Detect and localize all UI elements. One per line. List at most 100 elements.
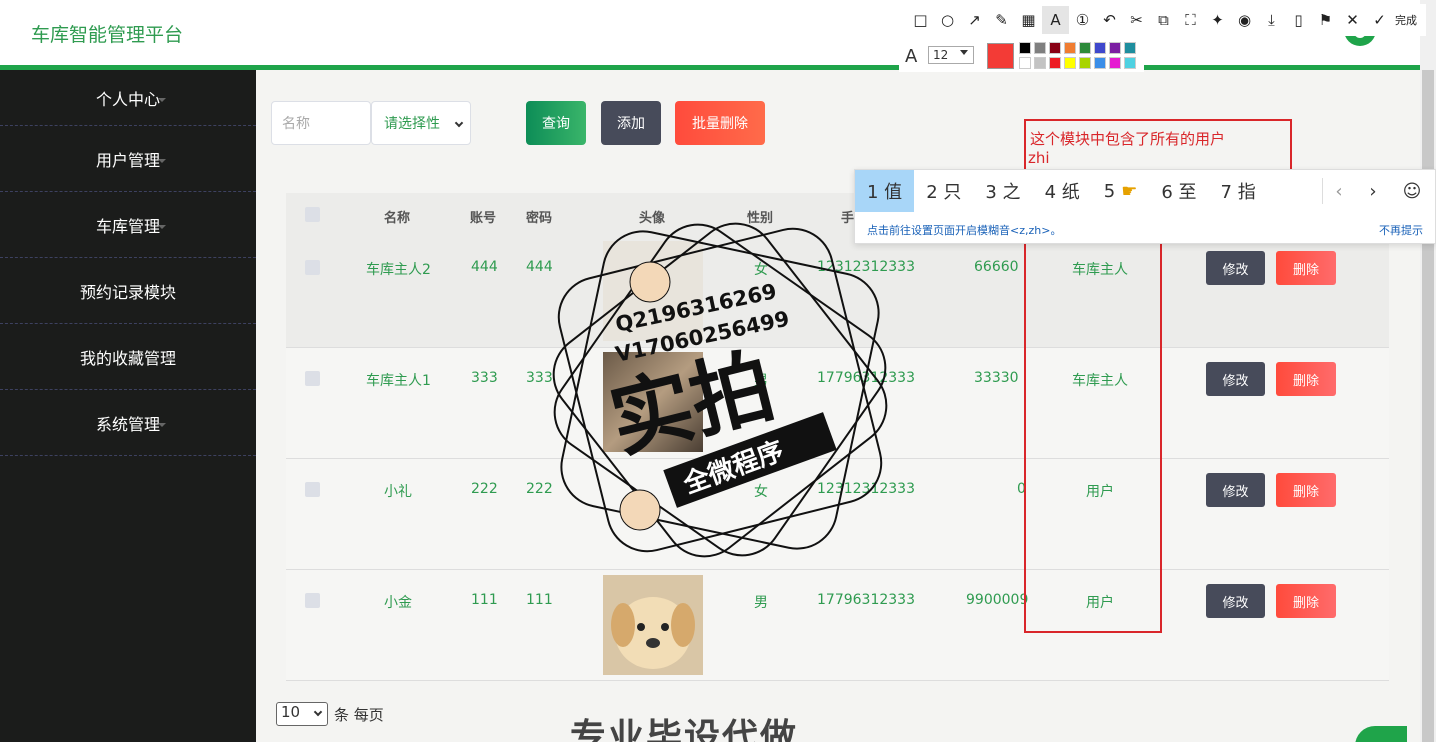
color-swatch[interactable] [1049, 42, 1061, 54]
phone-icon[interactable]: ▯ [1285, 6, 1312, 34]
pagination: 10 条 每页 [276, 702, 384, 726]
delete-button[interactable]: 删除 [1276, 362, 1336, 396]
select-all-checkbox[interactable] [305, 207, 320, 222]
cell-account: 444 [471, 259, 498, 275]
ime-candidate-list: 1 值 2 只 3 之 4 纸 5 ☛ 6 至 7 指 [855, 170, 1322, 212]
edit-button[interactable]: 修改 [1206, 362, 1265, 396]
sidebar-item-label: 个人中心 [95, 89, 160, 109]
color-swatch[interactable] [1064, 57, 1076, 69]
color-swatch[interactable] [1094, 57, 1106, 69]
color-swatch[interactable] [1109, 57, 1121, 69]
edit-button[interactable]: 修改 [1206, 473, 1265, 507]
annotation-text: 这个模块中包含了所有的用户 [1030, 130, 1226, 148]
chevron-down-icon [454, 118, 464, 128]
query-button[interactable]: 查询 [526, 101, 586, 145]
cell-account: 333 [471, 370, 498, 386]
arrow-icon[interactable]: ↗ [961, 6, 988, 34]
color-swatch[interactable] [1034, 57, 1046, 69]
color-swatch[interactable] [1019, 42, 1031, 54]
cell-account: 111 [471, 592, 498, 608]
row-checkbox[interactable] [305, 593, 320, 608]
brand-title: 车库智能管理平台 [31, 24, 184, 46]
undo-icon[interactable]: ↶ [1096, 6, 1123, 34]
sidebar-item-user-management[interactable]: 用户管理 [0, 126, 256, 192]
color-swatch[interactable] [1094, 42, 1106, 54]
bookmark-icon[interactable]: ⚑ [1312, 6, 1339, 34]
sidebar-item-favorites-management[interactable]: 我的收藏管理 [0, 324, 256, 390]
color-swatch[interactable] [1124, 57, 1136, 69]
chevron-left-icon[interactable]: ‹ [1322, 170, 1356, 212]
cell-balance: 33330 [974, 370, 1019, 386]
color-swatch[interactable] [1079, 42, 1091, 54]
ime-candidate[interactable]: 6 至 [1149, 170, 1208, 212]
number-icon[interactable]: ① [1069, 6, 1096, 34]
mosaic-icon[interactable]: ▦ [1015, 6, 1042, 34]
ime-candidate[interactable]: 7 指 [1209, 170, 1268, 212]
annotation-typing: zhi [1028, 149, 1050, 167]
font-size-select[interactable]: 12 [928, 46, 974, 64]
sidebar-item-garage-management[interactable]: 车库管理 [0, 192, 256, 258]
pen-icon[interactable]: ✎ [988, 6, 1015, 34]
emoji-icon[interactable]: ☺ [1395, 170, 1429, 212]
ime-candidate[interactable]: 5 ☛ [1092, 170, 1150, 212]
ime-candidate[interactable]: 3 之 [973, 170, 1032, 212]
page-size-suffix: 条 每页 [334, 705, 384, 724]
chevron-right-icon[interactable]: › [1356, 170, 1390, 212]
sidebar-item-system-management[interactable]: 系统管理 [0, 390, 256, 456]
row-checkbox[interactable] [305, 260, 320, 275]
cell-balance: 9900009 [966, 592, 1029, 608]
gender-select[interactable]: 请选择性 [371, 101, 471, 145]
gender-select-value: 请选择性 [384, 116, 440, 132]
sidebar-item-label: 用户管理 [95, 150, 160, 170]
pin-icon[interactable]: ✦ [1204, 6, 1231, 34]
circle-icon[interactable]: ○ [934, 6, 961, 34]
cell-name: 车库主人1 [366, 373, 431, 389]
color-swatch[interactable] [1109, 42, 1121, 54]
batch-delete-button[interactable]: 批量删除 [675, 101, 765, 145]
name-search-input[interactable] [271, 101, 371, 145]
color-swatch[interactable] [1019, 57, 1031, 69]
edit-button[interactable]: 修改 [1206, 584, 1265, 618]
done-button[interactable]: 完成 [1395, 12, 1417, 28]
watermark-bottom-text: 专业毕设代做 [570, 717, 799, 742]
chevron-down-icon [166, 356, 174, 361]
add-button[interactable]: 添加 [601, 101, 661, 145]
ime-candidate[interactable]: 4 纸 [1033, 170, 1092, 212]
chevron-down-icon [158, 422, 166, 427]
row-checkbox[interactable] [305, 482, 320, 497]
edit-button[interactable]: 修改 [1206, 251, 1265, 285]
record-icon[interactable]: ◉ [1231, 6, 1258, 34]
delete-button[interactable]: 删除 [1276, 251, 1336, 285]
color-swatch[interactable] [1079, 57, 1091, 69]
color-swatch[interactable] [1064, 42, 1076, 54]
header-account: 账号 [470, 211, 497, 226]
delete-button[interactable]: 删除 [1276, 584, 1336, 618]
color-swatch[interactable] [1049, 57, 1061, 69]
cell-account: 222 [471, 481, 498, 497]
cell-name: 车库主人2 [366, 262, 431, 278]
cell-phone: 17796312333 [817, 592, 915, 608]
row-checkbox[interactable] [305, 371, 320, 386]
color-swatch[interactable] [1124, 42, 1136, 54]
sidebar-item-personal-center[interactable]: 个人中心 [0, 70, 256, 126]
check-icon[interactable]: ✓ [1366, 6, 1393, 34]
screen-icon[interactable]: ⛶ [1177, 6, 1204, 34]
text-icon[interactable]: A [1042, 6, 1069, 34]
download-icon[interactable]: ⤓ [1258, 6, 1285, 34]
ime-candidate-window: 1 值 2 只 3 之 4 纸 5 ☛ 6 至 7 指 ‹ › ☺ 点击前往设置页… [854, 169, 1436, 244]
rectangle-icon[interactable]: □ [907, 6, 934, 34]
close-icon[interactable]: ✕ [1339, 6, 1366, 34]
page-size-select[interactable]: 10 [276, 702, 328, 726]
sidebar-item-reservation-records[interactable]: 预约记录模块 [0, 258, 256, 324]
ocr-icon[interactable]: ⧉ [1150, 6, 1177, 34]
chevron-down-icon [166, 290, 174, 295]
chevron-down-icon [158, 224, 166, 229]
ime-candidate[interactable]: 2 只 [914, 170, 973, 212]
ime-hint-link[interactable]: 点击前往设置页面开启模糊音<z,zh>。 [867, 222, 1061, 238]
delete-button[interactable]: 删除 [1276, 473, 1336, 507]
ime-dismiss-link[interactable]: 不再提示 [1379, 222, 1423, 238]
color-swatch[interactable] [1034, 42, 1046, 54]
crop-icon[interactable]: ✂ [1123, 6, 1150, 34]
ime-candidate[interactable]: 1 值 [855, 170, 915, 212]
current-color-swatch[interactable] [987, 43, 1014, 69]
